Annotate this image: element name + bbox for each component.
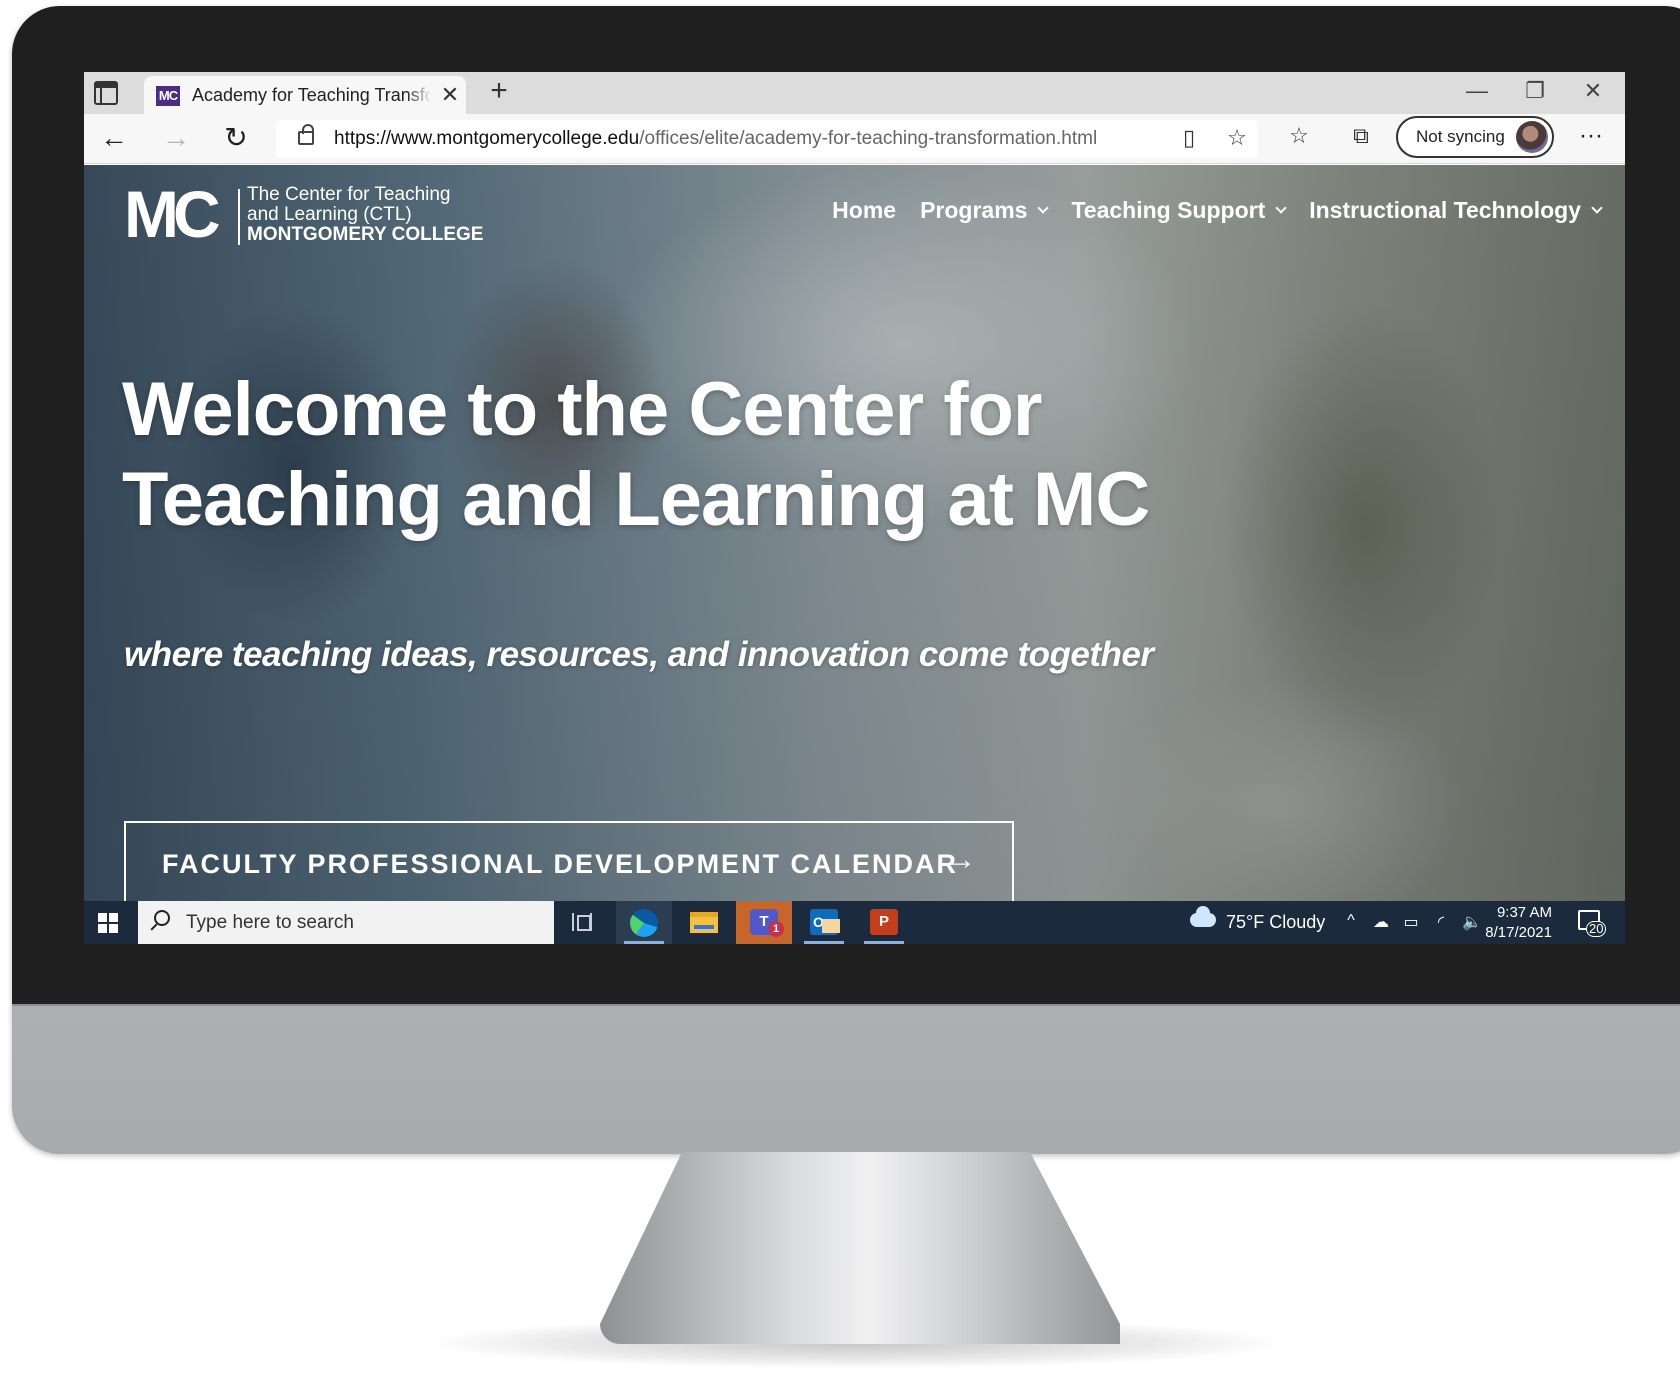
show-hidden-icons-icon[interactable]: ^ [1342,912,1360,932]
more-options-icon[interactable]: ··· [1574,122,1608,150]
collections-icon[interactable]: ⧉ [1346,123,1376,149]
back-button[interactable]: ← [96,122,132,156]
screen: MC Academy for Teaching Transformation ✕… [84,72,1625,944]
taskbar-search-input[interactable]: Type here to search [138,901,554,944]
weather-text[interactable]: 75°F Cloudy [1226,912,1325,933]
nav-instructional-technology-label: Instructional Technology [1309,197,1581,223]
chevron-down-icon [1275,202,1287,214]
nav-programs-label: Programs [920,197,1028,223]
logo-divider [238,189,240,245]
wifi-icon[interactable]: ◜ [1432,912,1450,932]
system-tray: ^ ☁ ▭ ◜ 🔈 [1342,912,1482,932]
read-aloud-icon[interactable]: ▯ [1174,125,1204,151]
logo-line-3: MONTGOMERY COLLEGE [247,224,484,245]
nav-home[interactable]: Home [820,197,908,224]
url-path: /offices/elite/academy-for-teaching-tran… [639,128,1098,149]
stage: MC Academy for Teaching Transformation ✕… [0,0,1680,1373]
onedrive-icon[interactable]: ☁ [1372,912,1390,932]
taskbar-app-outlook[interactable]: O [796,901,852,944]
clock-date: 8/17/2021 [1485,924,1552,941]
windows-start-icon[interactable] [98,913,118,933]
new-tab-button[interactable]: + [484,74,514,108]
active-indicator [864,941,904,944]
pd-calendar-button[interactable]: FACULTY PROFESSIONAL DEVELOPMENT CALENDA… [124,821,1014,902]
weather-cloud-icon[interactable] [1190,906,1216,927]
nav-home-label: Home [832,197,897,223]
taskbar: Type here to search T 1 O P 75°F Cloudy [84,901,1625,944]
sync-status-label: Not syncing [1416,127,1505,146]
add-favorite-icon[interactable]: ☆ [1222,125,1252,151]
logo-mark: MC [124,177,221,251]
close-tab-icon[interactable]: ✕ [438,82,462,108]
restore-icon[interactable]: ❐ [1512,78,1558,104]
favorites-icon[interactable]: ☆ [1284,123,1314,149]
page-title: Welcome to the Center for Teaching and L… [122,365,1222,545]
chevron-down-icon [1591,202,1603,214]
browser-toolbar: ← → ↻ https://www.montgomerycollege.edu/… [84,114,1625,164]
lock-icon[interactable] [298,124,314,145]
favicon-icon: MC [156,86,180,106]
edge-icon [630,909,658,937]
monitor-stand [600,1152,1120,1344]
folder-icon [690,912,718,933]
clock-time: 9:37 AM [1496,904,1552,921]
nav-programs[interactable]: Programs [908,197,1059,224]
hero-tagline: where teaching ideas, resources, and inn… [124,635,1154,674]
minimize-icon[interactable]: — [1454,78,1500,104]
taskbar-app-file-explorer[interactable] [676,901,732,944]
taskbar-app-powerpoint[interactable]: P [856,901,912,944]
task-view-icon[interactable] [572,913,592,931]
address-bar[interactable]: https://www.montgomerycollege.edu/office… [276,120,1258,158]
refresh-button[interactable]: ↻ [218,122,254,156]
browser-tab[interactable]: MC Academy for Teaching Transformation ✕ [144,76,466,114]
url-text[interactable]: https://www.montgomerycollege.edu/office… [334,128,1097,150]
nav-instructional-technology[interactable]: Instructional Technology [1297,197,1613,224]
hero-section: MC The Center for Teaching and Learning … [84,165,1625,902]
avatar [1516,121,1548,153]
battery-icon[interactable]: ▭ [1402,912,1420,932]
notification-count-badge: 20 [1586,921,1607,937]
profile-sync-button[interactable]: Not syncing [1396,116,1554,158]
pd-calendar-label: FACULTY PROFESSIONAL DEVELOPMENT CALENDA… [162,849,959,879]
search-icon [154,910,170,926]
site-nav: Home Programs Teaching Support Instructi… [820,197,1613,224]
headline-line-2: Teaching and Learning at MC [122,457,1150,542]
browser-tab-bar: MC Academy for Teaching Transformation ✕… [84,72,1625,114]
powerpoint-icon: P [870,909,898,935]
taskbar-app-teams[interactable]: T 1 [736,901,792,944]
close-window-icon[interactable]: ✕ [1570,78,1616,104]
search-placeholder: Type here to search [186,912,354,933]
monitor-chin-edge [12,1004,1680,1006]
taskbar-app-edge[interactable] [616,901,672,944]
clock[interactable]: 9:37 AM 8/17/2021 [1468,903,1552,943]
forward-button[interactable]: → [158,122,194,156]
headline-line-1: Welcome to the Center for [122,367,1043,452]
teams-notification-badge: 1 [768,921,784,937]
url-host: https://www.montgomerycollege.edu [334,128,640,149]
nav-teaching-support-label: Teaching Support [1071,197,1266,223]
logo-line-1: The Center for Teaching [247,184,451,205]
arrow-right-icon: → [946,843,976,876]
tab-actions-icon[interactable] [94,81,118,105]
logo-line-2: and Learning (CTL) [247,204,412,225]
outlook-icon: O [810,909,840,935]
tab-title-fade [406,82,432,108]
chevron-down-icon [1037,202,1050,214]
active-indicator [804,941,844,944]
nav-teaching-support[interactable]: Teaching Support [1059,197,1297,224]
tab-title: Academy for Teaching Transformation [192,85,430,105]
active-indicator [624,941,664,944]
site-logo[interactable]: MC The Center for Teaching and Learning … [124,181,484,247]
